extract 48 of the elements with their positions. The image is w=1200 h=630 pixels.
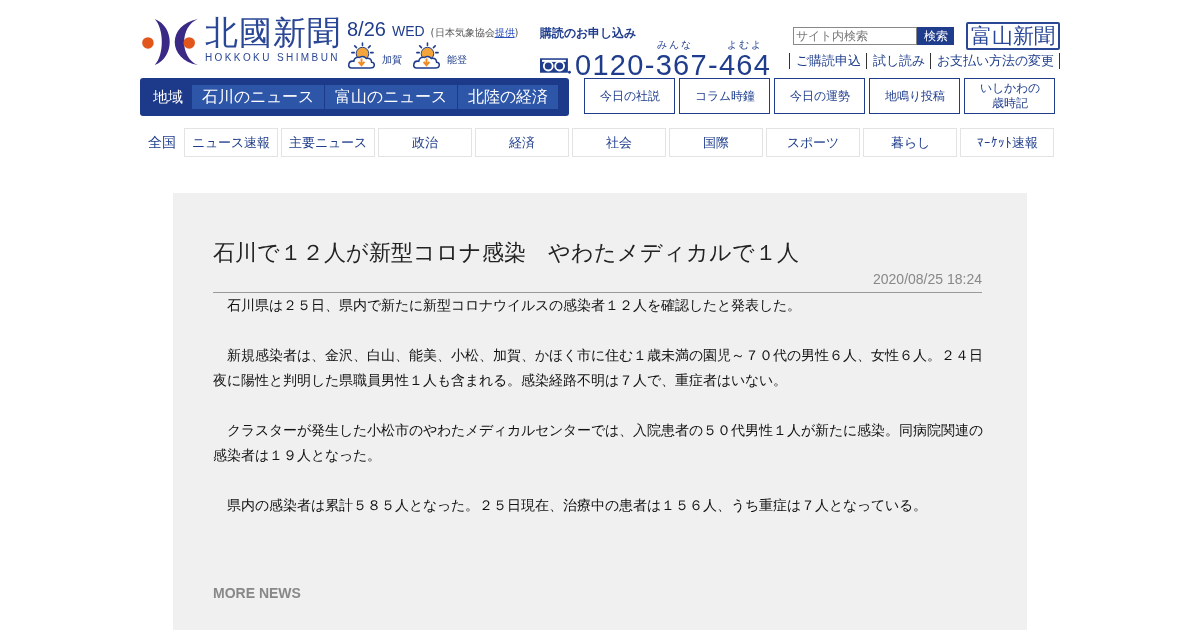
feature-button[interactable]: 今日の社説 xyxy=(584,78,675,114)
article-paragraph: 県内の感染者は累計５８５人となった。２５日現在、治療中の患者は１５６人、うち重症は７人となっている。 xyxy=(226,496,928,515)
search-field[interactable]: サイト内検索 xyxy=(793,27,917,45)
weather-region-label: 能登 xyxy=(447,52,467,67)
phone-number: 0120-367-464 xyxy=(575,50,772,80)
region-nav-tab[interactable]: 北陸の経済 xyxy=(458,85,558,109)
weekday-text: WED xyxy=(391,23,425,39)
date-text: 8/26 xyxy=(347,18,386,41)
category-tab[interactable]: ﾏｰｹｯﾄ速報 xyxy=(960,128,1054,157)
more-news-heading: MORE NEWS xyxy=(213,585,302,601)
sun-cloud-icon xyxy=(412,42,441,71)
search-button[interactable]: 検索 xyxy=(917,27,954,45)
newspaper-logo-title: 北國新聞 xyxy=(205,15,341,51)
category-tab[interactable]: 社会 xyxy=(572,128,666,157)
category-tab[interactable]: 経済 xyxy=(475,128,569,157)
article-paragraph: 石川県は２５日、県内で新たに新型コロナウイルスの感染者１２人を確認したと発表した。 xyxy=(226,296,802,315)
article-title: 石川で１２人が新型コロナ感染 やわたメディカルで１人 xyxy=(213,239,800,267)
region-nav-label: 地域 xyxy=(153,87,183,107)
category-tab[interactable]: スポーツ xyxy=(766,128,860,157)
article-paragraph: 新規感染者は、金沢、白山、能美、小松、加賀、かほく市に住む１歳未満の園児～７０代の男性６人、女性６人。２４日夜に陽性と判明した県職員男性１人も含まれる。感染経路不明は７人で、重症者はいない。 xyxy=(213,346,984,390)
category-tab[interactable]: 政治 xyxy=(378,128,472,157)
national-nav-label: 全国 xyxy=(147,133,177,152)
credit-link[interactable]: 提供 xyxy=(494,27,515,38)
crescent-logo-icon xyxy=(140,17,200,65)
category-tab[interactable]: 国際 xyxy=(669,128,763,157)
phone-reading: みんな xyxy=(657,40,693,50)
weather-credit: (日本気象協会提供) xyxy=(430,26,519,40)
sun-cloud-icon xyxy=(347,42,376,71)
feature-button[interactable]: 地鳴り投稿 xyxy=(869,78,960,114)
header-link[interactable]: ご購読申込 xyxy=(789,53,866,69)
category-tab[interactable]: 主要ニュース xyxy=(281,128,375,157)
newspaper-logo-subtitle: HOKKOKU SHIMBUN xyxy=(205,52,340,63)
weather-region-label: 加賀 xyxy=(382,52,402,67)
region-nav-tab[interactable]: 石川のニュース xyxy=(192,85,324,109)
header-link[interactable]: 試し読み xyxy=(866,53,930,69)
category-tab[interactable]: ニュース速報 xyxy=(184,128,278,157)
subscription-heading: 購読のお申し込み xyxy=(540,26,637,40)
region-nav-tab[interactable]: 富山のニュース xyxy=(325,85,457,109)
toyama-shimbun-link[interactable]: 富山新聞 xyxy=(966,22,1060,50)
article-datetime: 2020/08/25 18:24 xyxy=(873,270,982,288)
article-paragraph: クラスターが発生した小松市のやわたメディカルセンターでは、入院患者の５０代男性１人が新たに感染。同病院関連の感染者は１９人となった。 xyxy=(213,421,984,465)
category-tab[interactable]: 暮らし xyxy=(863,128,957,157)
feature-button[interactable]: コラム時鐘 xyxy=(679,78,770,114)
freedial-icon xyxy=(540,55,571,75)
feature-button[interactable]: いしかわの歳時記 xyxy=(964,78,1055,114)
phone-reading: よむよ xyxy=(727,40,763,50)
header-link[interactable]: お支払い方法の変更 xyxy=(930,53,1060,69)
feature-button[interactable]: 今日の運勢 xyxy=(774,78,865,114)
